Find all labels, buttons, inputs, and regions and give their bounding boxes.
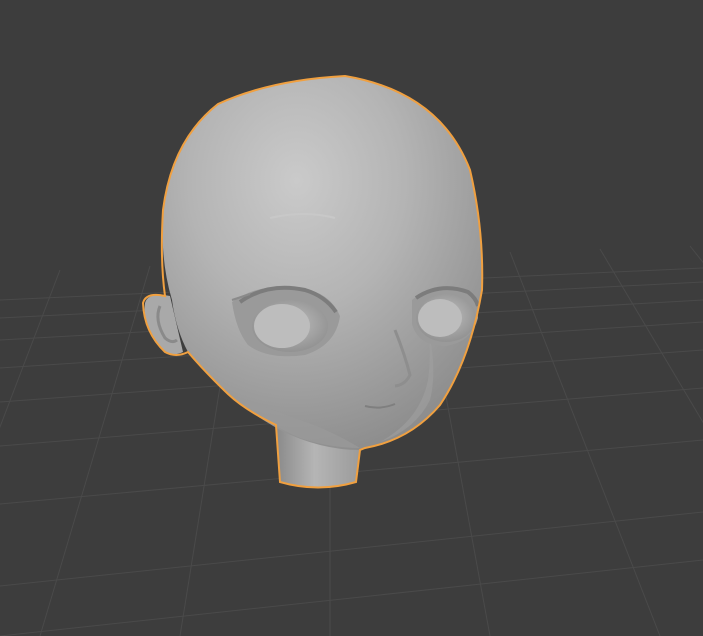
skull	[162, 76, 483, 450]
3d-viewport[interactable]	[0, 0, 703, 636]
viewport-canvas[interactable]	[0, 0, 703, 636]
head-mesh[interactable]	[141, 74, 484, 489]
